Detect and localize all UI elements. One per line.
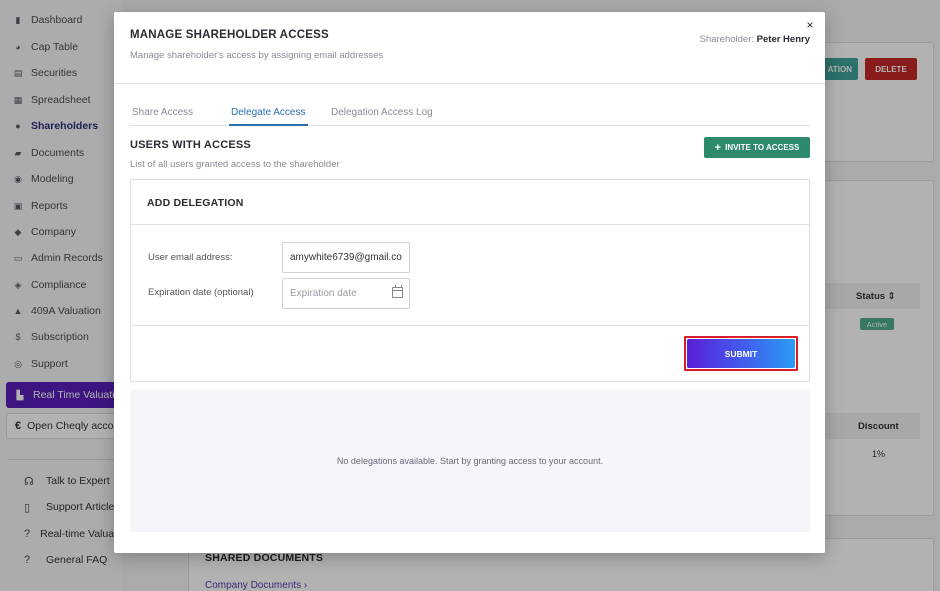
users-with-access-title: USERS WITH ACCESS bbox=[130, 139, 251, 151]
close-icon[interactable]: × bbox=[803, 18, 817, 32]
add-delegation-card: ADD DELEGATION User email address: Expir… bbox=[130, 179, 810, 382]
modal-subtitle: Manage shareholder's access by assigning… bbox=[130, 50, 384, 61]
submit-button[interactable]: SUBMIT bbox=[687, 339, 795, 368]
add-delegation-title: ADD DELEGATION bbox=[147, 197, 244, 209]
invite-to-access-button[interactable]: + INVITE TO ACCESS bbox=[704, 137, 810, 158]
add-delegation-header: ADD DELEGATION bbox=[131, 180, 809, 225]
modal-title: MANAGE SHAREHOLDER ACCESS bbox=[130, 29, 329, 41]
shareholder-name: Peter Henry bbox=[756, 34, 810, 45]
users-with-access-subtitle: List of all users granted access to the … bbox=[130, 159, 340, 170]
tab-delegation-access-log[interactable]: Delegation Access Log bbox=[329, 100, 435, 126]
modal-header-divider bbox=[114, 83, 825, 84]
shareholder-info: Shareholder: Peter Henry bbox=[700, 34, 810, 45]
empty-state-message: No delegations available. Start by grant… bbox=[336, 456, 604, 466]
expiration-date-label: Expiration date (optional) bbox=[148, 287, 254, 298]
delegations-empty-state: No delegations available. Start by grant… bbox=[130, 390, 810, 532]
email-field-label: User email address: bbox=[148, 252, 233, 263]
manage-shareholder-access-modal: MANAGE SHAREHOLDER ACCESS Manage shareho… bbox=[114, 12, 825, 553]
shareholder-label: Shareholder: bbox=[699, 34, 755, 45]
access-tabs: Share Access Delegate Access Delegation … bbox=[130, 100, 810, 126]
expiration-date-field[interactable] bbox=[282, 278, 410, 309]
calendar-icon[interactable] bbox=[392, 285, 403, 298]
add-delegation-footer-divider bbox=[131, 325, 809, 326]
tab-delegate-access[interactable]: Delegate Access bbox=[229, 100, 308, 126]
tab-share-access[interactable]: Share Access bbox=[130, 100, 195, 126]
plus-icon: + bbox=[714, 141, 722, 154]
email-field[interactable] bbox=[282, 242, 410, 273]
